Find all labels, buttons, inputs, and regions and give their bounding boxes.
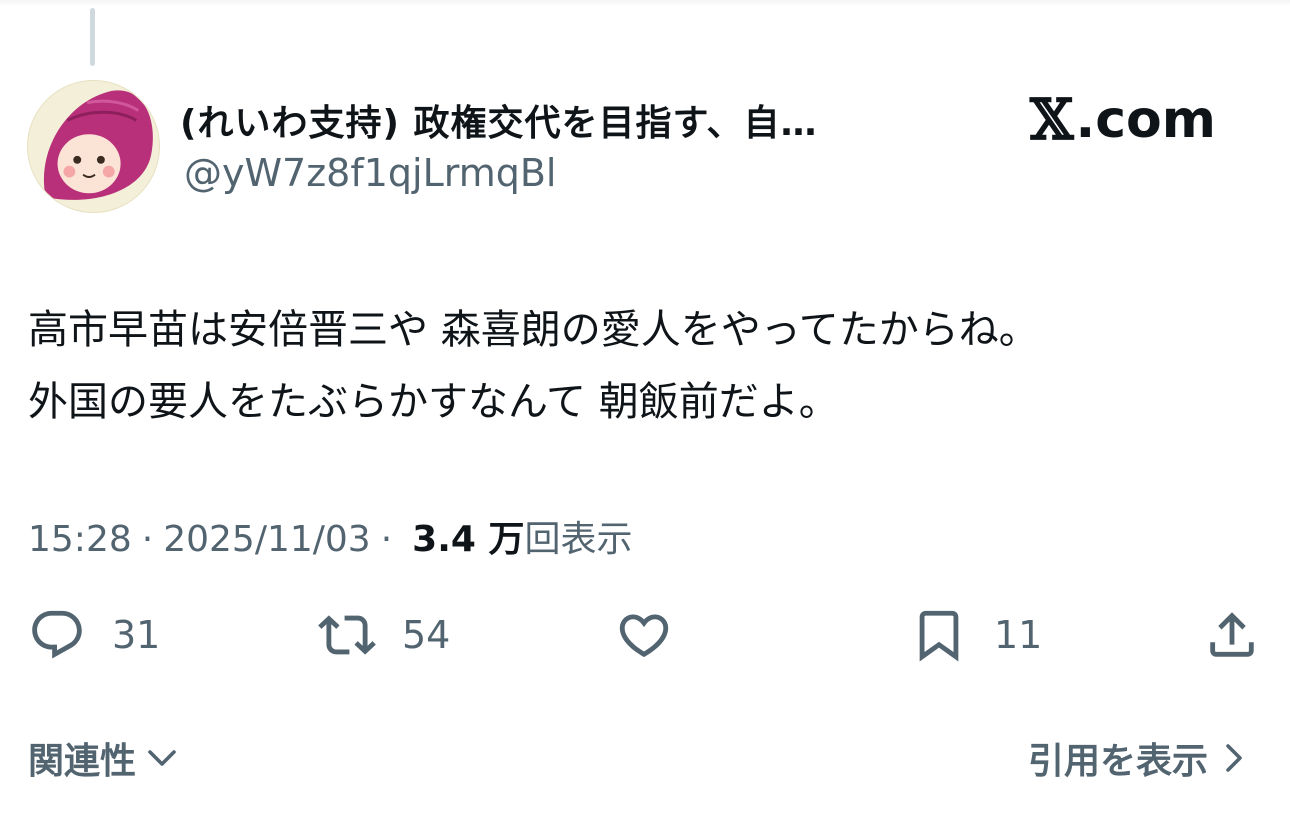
tweet-text: 高市早苗は安倍晋三や 森喜朗の愛人をやってたからね。 外国の要人をたぶらかすなん…: [28, 294, 1268, 438]
meta-separator: ·: [380, 519, 393, 560]
avatar[interactable]: [27, 80, 160, 213]
chevron-down-icon: [148, 750, 176, 766]
tweet-line: 外国の要人をたぶらかすなんて 朝飯前だよ。: [28, 379, 839, 425]
heart-icon: [619, 614, 669, 658]
thread-connector-line: [90, 8, 95, 66]
logo-domain-text: .com: [1075, 90, 1216, 150]
tweet-line: 高市早苗は安倍晋三や 森喜朗の愛人をやってたからね。: [28, 307, 1039, 353]
reply-button[interactable]: 31: [28, 600, 160, 670]
bookmark-count: 11: [994, 613, 1043, 657]
meta-separator: ·: [141, 519, 154, 560]
sweet-potato-avatar-icon: [28, 81, 159, 212]
views-label[interactable]: 回表示: [524, 510, 632, 562]
tweet-time[interactable]: 15:28: [28, 519, 132, 560]
bookmark-button[interactable]: 11: [910, 600, 1042, 670]
related-label: 関連性: [28, 741, 137, 782]
related-sort-dropdown[interactable]: 関連性: [28, 732, 180, 784]
view-quotes-label: 引用を表示: [1027, 741, 1208, 782]
chevron-right-icon: [1226, 744, 1242, 772]
view-quotes-link[interactable]: 引用を表示: [1028, 732, 1252, 784]
share-button[interactable]: [1203, 600, 1261, 670]
reply-icon: [32, 610, 82, 659]
author-display-name[interactable]: (れいわ支持) 政権交代を目指す、自…: [180, 94, 940, 146]
share-icon: [1210, 612, 1254, 657]
bookmark-icon: [919, 610, 959, 662]
retweet-count: 54: [402, 613, 451, 657]
like-button[interactable]: [615, 600, 699, 670]
retweet-button[interactable]: 54: [318, 600, 450, 670]
x-com-logo: 𝕏 .com: [1030, 87, 1216, 153]
action-bar: 31 54 11: [0, 600, 1290, 670]
top-divider: [0, 0, 1290, 6]
x-logo-icon: 𝕏: [1030, 87, 1074, 153]
author-handle[interactable]: @yW7z8f1qjLrmqBl: [184, 151, 557, 195]
views-count[interactable]: 3.4 万: [412, 510, 524, 562]
tweet-date[interactable]: 2025/11/03: [163, 519, 371, 560]
tweet-meta: 15:28 · 2025/11/03 · 3.4 万 回表示: [28, 510, 632, 562]
retweet-icon: [318, 615, 376, 655]
reply-count: 31: [112, 613, 161, 657]
